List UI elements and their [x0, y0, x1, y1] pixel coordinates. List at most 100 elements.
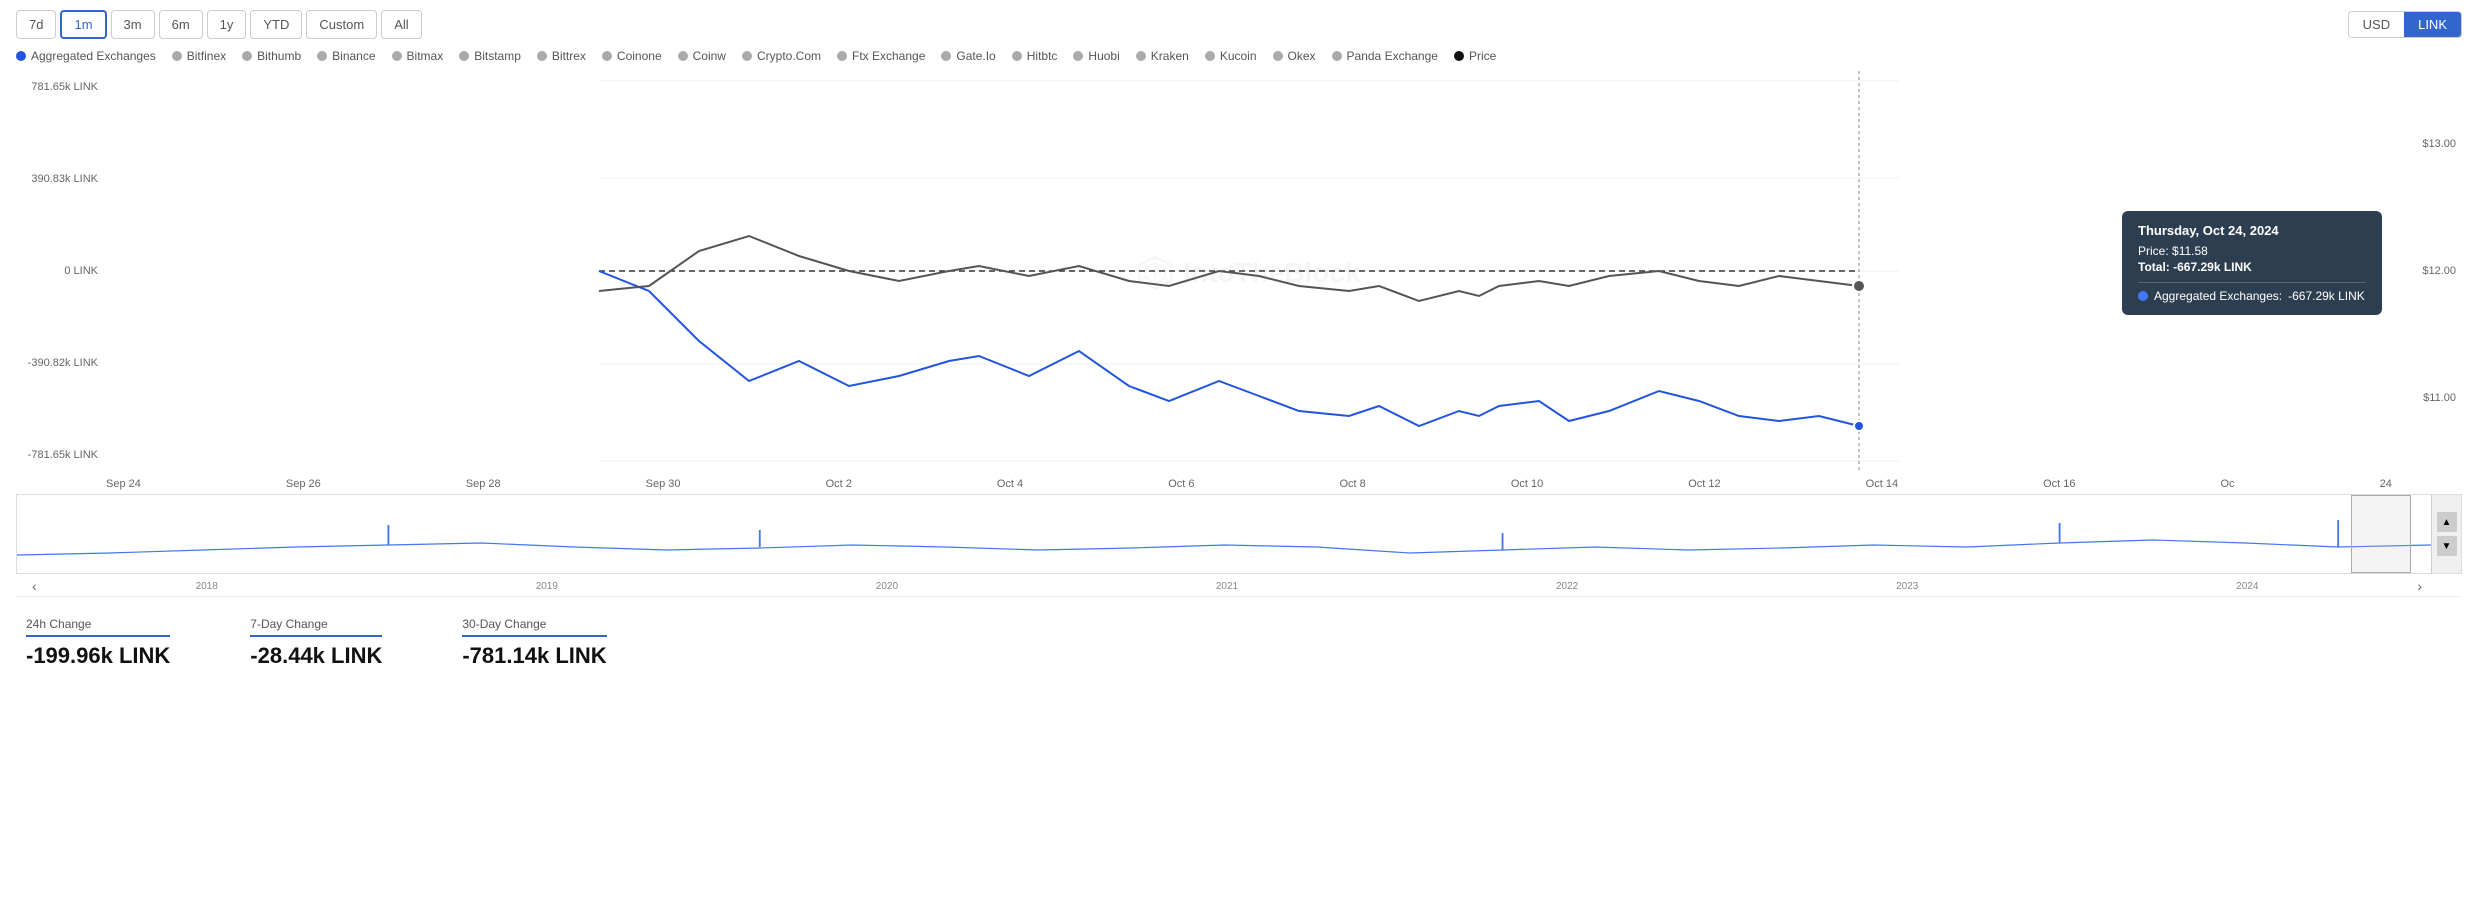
tooltip-divider — [2138, 282, 2366, 283]
legend-item-gateio[interactable]: Gate.Io — [941, 49, 995, 63]
legend-dot — [392, 51, 402, 61]
btn-6m[interactable]: 6m — [159, 10, 203, 39]
legend-item-okex[interactable]: Okex — [1273, 49, 1316, 63]
legend-label: Bitmax — [407, 49, 444, 63]
mini-x-label: 2023 — [1896, 581, 1918, 592]
scroll-up-btn[interactable]: ▲ — [2437, 512, 2457, 532]
x-label: Oct 14 — [1866, 478, 1898, 490]
x-label: 24 — [2380, 478, 2392, 490]
legend-dot — [537, 51, 547, 61]
legend-label: Bithumb — [257, 49, 301, 63]
btn-1m[interactable]: 1m — [60, 10, 106, 39]
legend-item-huobi[interactable]: Huobi — [1073, 49, 1119, 63]
stat-7d-label: 7-Day Change — [250, 617, 382, 637]
btn-ytd[interactable]: YTD — [250, 10, 302, 39]
tooltip-price: Price: $11.58 — [2138, 244, 2366, 258]
stat-30d-label: 30-Day Change — [462, 617, 606, 637]
legend-label: Kraken — [1151, 49, 1189, 63]
x-axis: Sep 24 Sep 26 Sep 28 Sep 30 Oct 2 Oct 4 … — [16, 474, 2462, 494]
x-label: Oc — [2221, 478, 2235, 490]
mini-x-label: 2022 — [1556, 581, 1578, 592]
legend-label: Crypto.Com — [757, 49, 821, 63]
legend-dot — [317, 51, 327, 61]
legend-item-bittrex[interactable]: Bittrex — [537, 49, 586, 63]
legend-dot — [459, 51, 469, 61]
y-label-1: 781.65k LINK — [16, 81, 98, 93]
x-label: Sep 28 — [466, 478, 501, 490]
legend-item-binance[interactable]: Binance — [317, 49, 375, 63]
stat-7d: 7-Day Change -28.44k LINK — [250, 617, 382, 669]
chart-area[interactable]: IntoTheBlock Thursday, Oct 24, 2024 Pric… — [106, 71, 2392, 474]
tooltip: Thursday, Oct 24, 2024 Price: $11.58 Tot… — [2122, 211, 2382, 315]
legend-label: Bitstamp — [474, 49, 521, 63]
x-label: Oct 2 — [826, 478, 852, 490]
mini-x-label: 2024 — [2236, 581, 2258, 592]
legend-label: Hitbtc — [1027, 49, 1058, 63]
legend-label: Ftx Exchange — [852, 49, 925, 63]
y-axis-right: $13.00 $12.00 $11.00 — [2392, 71, 2462, 474]
legend-label: Price — [1469, 49, 1496, 63]
legend-item-price[interactable]: Price — [1454, 49, 1496, 63]
stat-24h-label: 24h Change — [26, 617, 170, 637]
btn-1y[interactable]: 1y — [207, 10, 247, 39]
mini-nav-row: ‹ 2018 2019 2020 2021 2022 2023 2024 › — [16, 576, 2462, 596]
legend-label: Okex — [1288, 49, 1316, 63]
legend-item-bitfinex[interactable]: Bitfinex — [172, 49, 226, 63]
legend-dot — [172, 51, 182, 61]
legend-item-kucoin[interactable]: Kucoin — [1205, 49, 1257, 63]
mini-x-label: 2019 — [536, 581, 558, 592]
legend-item-bitmax[interactable]: Bitmax — [392, 49, 444, 63]
x-label: Sep 24 — [106, 478, 141, 490]
y-right-label-3: $11.00 — [2398, 392, 2456, 404]
mini-chart-area[interactable]: ▲ ▼ — [16, 494, 2462, 574]
y-axis-left: 781.65k LINK 390.83k LINK 0 LINK -390.82… — [16, 71, 106, 474]
y-right-label-1: $13.00 — [2398, 138, 2456, 150]
btn-custom[interactable]: Custom — [306, 10, 377, 39]
mini-x-axis: 2018 2019 2020 2021 2022 2023 2024 — [37, 581, 2418, 592]
y-label-5: -781.65k LINK — [16, 449, 98, 461]
legend-item-coinw[interactable]: Coinw — [678, 49, 726, 63]
tooltip-exchange-label: Aggregated Exchanges: — [2154, 289, 2282, 303]
tooltip-price-label: Price: — [2138, 244, 2169, 258]
legend-label: Bitfinex — [187, 49, 226, 63]
stat-7d-value: -28.44k LINK — [250, 643, 382, 669]
currency-toggle: USD LINK — [2348, 11, 2462, 38]
legend-label: Binance — [332, 49, 375, 63]
scroll-down-btn[interactable]: ▼ — [2437, 536, 2457, 556]
legend-label: Gate.Io — [956, 49, 995, 63]
legend-item-kraken[interactable]: Kraken — [1136, 49, 1189, 63]
mini-x-label: 2021 — [1216, 581, 1238, 592]
legend-item-ftx[interactable]: Ftx Exchange — [837, 49, 925, 63]
legend-item-panda[interactable]: Panda Exchange — [1332, 49, 1438, 63]
legend-item-cryptocom[interactable]: Crypto.Com — [742, 49, 821, 63]
legend-dot — [941, 51, 951, 61]
x-label: Oct 16 — [2043, 478, 2075, 490]
y-label-2: 390.83k LINK — [16, 173, 98, 185]
legend-item-coinone[interactable]: Coinone — [602, 49, 662, 63]
legend-item-hitbtc[interactable]: Hitbtc — [1012, 49, 1058, 63]
y-label-3: 0 LINK — [16, 265, 98, 277]
mini-nav-right[interactable]: › — [2417, 578, 2422, 594]
btn-all[interactable]: All — [381, 10, 421, 39]
x-label: Oct 6 — [1168, 478, 1194, 490]
stat-30d-value: -781.14k LINK — [462, 643, 606, 669]
main-chart-svg — [106, 71, 2392, 471]
btn-usd[interactable]: USD — [2349, 12, 2404, 37]
tooltip-exchange-dot — [2138, 291, 2148, 301]
legend-item-aggregated[interactable]: Aggregated Exchanges — [16, 49, 156, 63]
chart-wrapper: 781.65k LINK 390.83k LINK 0 LINK -390.82… — [16, 71, 2462, 474]
main-container: 7d 1m 3m 6m 1y YTD Custom All USD LINK A… — [0, 0, 2478, 689]
btn-link[interactable]: LINK — [2404, 12, 2461, 37]
legend-item-bitstamp[interactable]: Bitstamp — [459, 49, 521, 63]
tooltip-price-value: $11.58 — [2172, 244, 2208, 258]
btn-7d[interactable]: 7d — [16, 10, 56, 39]
tooltip-date: Thursday, Oct 24, 2024 — [2138, 223, 2366, 238]
btn-3m[interactable]: 3m — [111, 10, 155, 39]
legend-item-bithumb[interactable]: Bithumb — [242, 49, 301, 63]
legend-label: Coinw — [693, 49, 726, 63]
mini-chart-scrollbar: ▲ ▼ — [2431, 495, 2461, 573]
legend-label: Kucoin — [1220, 49, 1257, 63]
legend-dot — [1273, 51, 1283, 61]
legend-dot — [16, 51, 26, 61]
legend-dot — [1073, 51, 1083, 61]
